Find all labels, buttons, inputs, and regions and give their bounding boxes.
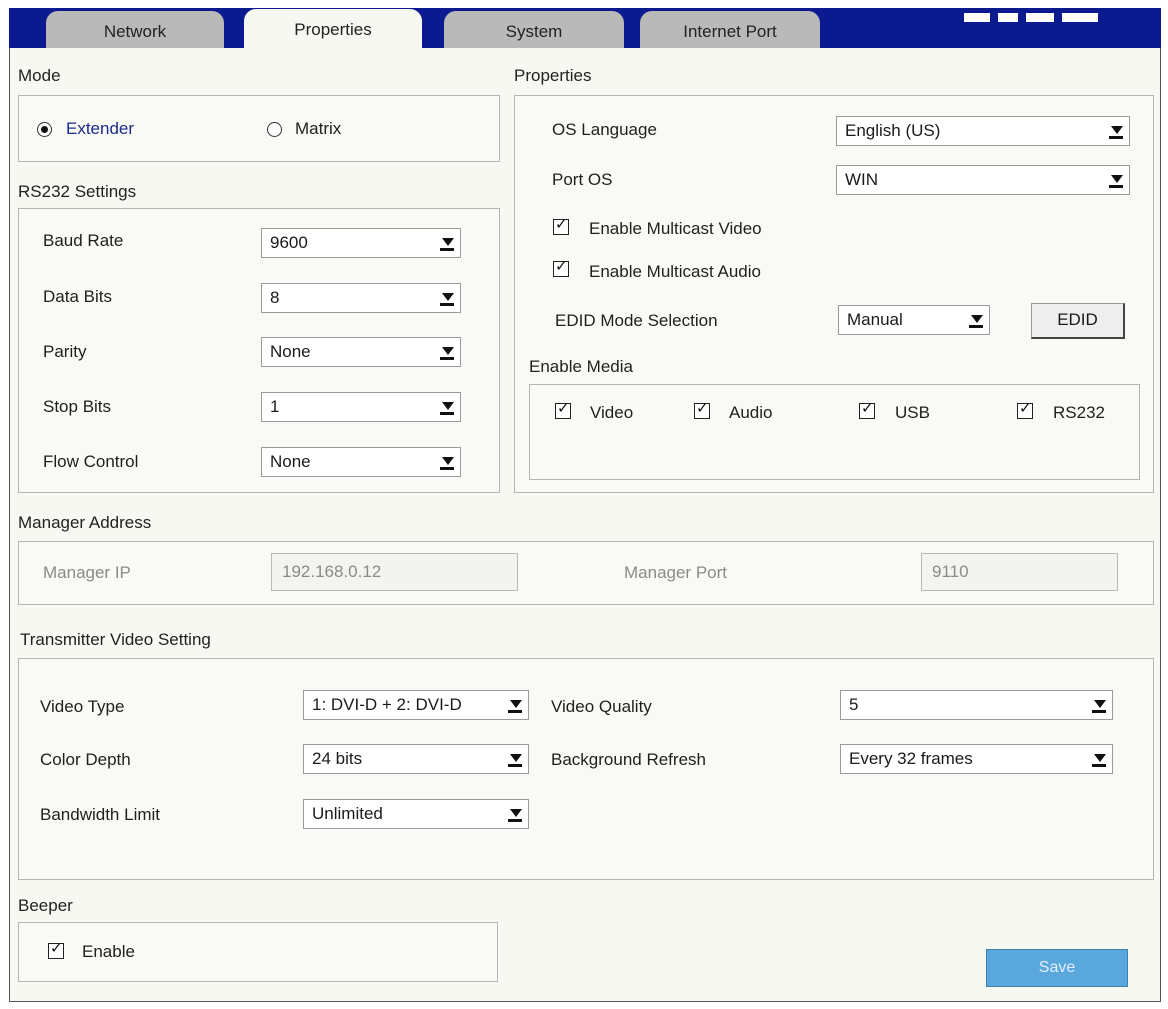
color-depth-label: Color Depth bbox=[40, 750, 131, 769]
media-audio-label: Audio bbox=[729, 403, 773, 422]
data-bits-select[interactable]: 8 bbox=[261, 283, 461, 313]
media-audio-checkbox[interactable] bbox=[694, 399, 710, 419]
media-video-checkbox[interactable] bbox=[555, 399, 571, 419]
video-quality-value: 5 bbox=[849, 695, 859, 714]
multicast-video-label: Enable Multicast Video bbox=[589, 219, 762, 238]
color-depth-value: 24 bits bbox=[312, 749, 363, 768]
stop-bits-select[interactable]: 1 bbox=[261, 392, 461, 422]
dropdown-arrow-icon[interactable] bbox=[503, 749, 525, 769]
baud-rate-select[interactable]: 9600 bbox=[261, 228, 461, 258]
background-refresh-value: Every 32 frames bbox=[849, 749, 973, 768]
beeper-enable-checkbox[interactable] bbox=[48, 939, 64, 959]
matrix-radio[interactable] bbox=[267, 122, 282, 137]
rs232-title: RS232 Settings bbox=[18, 182, 137, 201]
dropdown-arrow-icon[interactable] bbox=[1087, 695, 1109, 715]
parity-label: Parity bbox=[43, 342, 87, 361]
media-rs232-checkbox[interactable] bbox=[1017, 399, 1033, 419]
dropdown-arrow-icon[interactable] bbox=[964, 310, 986, 330]
tab-properties[interactable]: Properties bbox=[244, 9, 422, 49]
mode-title: Mode bbox=[18, 66, 61, 85]
matrix-label: Matrix bbox=[295, 119, 342, 138]
tab-internet-port[interactable]: Internet Port bbox=[640, 11, 820, 48]
color-depth-select[interactable]: 24 bits bbox=[303, 744, 529, 774]
enable-media-group bbox=[529, 384, 1140, 480]
baud-rate-value: 9600 bbox=[270, 233, 308, 252]
media-rs232-label: RS232 bbox=[1053, 403, 1105, 422]
dropdown-arrow-icon[interactable] bbox=[435, 452, 457, 472]
dropdown-arrow-icon[interactable] bbox=[503, 695, 525, 715]
port-os-label: Port OS bbox=[552, 170, 613, 189]
dropdown-arrow-icon[interactable] bbox=[1087, 749, 1109, 769]
bandwidth-limit-label: Bandwidth Limit bbox=[40, 805, 161, 824]
flow-control-select[interactable]: None bbox=[261, 447, 461, 477]
background-refresh-label: Background Refresh bbox=[551, 750, 706, 769]
dropdown-arrow-icon[interactable] bbox=[435, 342, 457, 362]
manager-ip-field[interactable]: 192.168.0.12 bbox=[271, 553, 518, 591]
multicast-audio-label: Enable Multicast Audio bbox=[589, 262, 761, 281]
edid-mode-label: EDID Mode Selection bbox=[555, 311, 718, 330]
dropdown-arrow-icon[interactable] bbox=[435, 288, 457, 308]
edid-mode-value: Manual bbox=[847, 310, 903, 329]
manager-port-label: Manager Port bbox=[624, 563, 727, 582]
manager-port-field[interactable]: 9110 bbox=[921, 553, 1118, 591]
video-quality-select[interactable]: 5 bbox=[840, 690, 1113, 720]
media-video-label: Video bbox=[590, 403, 634, 422]
manager-ip-label: Manager IP bbox=[43, 563, 131, 582]
os-language-label: OS Language bbox=[552, 120, 657, 139]
video-type-label: Video Type bbox=[40, 697, 125, 716]
stop-bits-label: Stop Bits bbox=[43, 397, 112, 416]
extender-label: Extender bbox=[66, 119, 135, 138]
background-refresh-select[interactable]: Every 32 frames bbox=[840, 744, 1113, 774]
data-bits-label: Data Bits bbox=[43, 287, 112, 306]
brand-logo bbox=[964, 13, 1098, 22]
video-type-select[interactable]: 1: DVI-D + 2: DVI-D bbox=[303, 690, 529, 720]
os-language-select[interactable]: English (US) bbox=[836, 116, 1130, 146]
video-type-value: 1: DVI-D + 2: DVI-D bbox=[312, 695, 462, 714]
flow-control-value: None bbox=[270, 452, 311, 471]
bandwidth-limit-value: Unlimited bbox=[312, 804, 383, 823]
beeper-title: Beeper bbox=[18, 896, 73, 915]
dropdown-arrow-icon[interactable] bbox=[1104, 170, 1126, 190]
parity-select[interactable]: None bbox=[261, 337, 461, 367]
bandwidth-limit-select[interactable]: Unlimited bbox=[303, 799, 529, 829]
media-usb-checkbox[interactable] bbox=[859, 399, 875, 419]
properties-title: Properties bbox=[514, 66, 592, 85]
video-quality-label: Video Quality bbox=[551, 697, 652, 716]
beeper-enable-label: Enable bbox=[82, 942, 135, 961]
dropdown-arrow-icon[interactable] bbox=[435, 233, 457, 253]
baud-rate-label: Baud Rate bbox=[43, 231, 124, 250]
tab-system[interactable]: System bbox=[444, 11, 624, 48]
dropdown-arrow-icon[interactable] bbox=[435, 397, 457, 417]
flow-control-label: Flow Control bbox=[43, 452, 139, 471]
enable-media-title: Enable Media bbox=[529, 357, 633, 376]
os-language-value: English (US) bbox=[845, 121, 941, 140]
port-os-value: WIN bbox=[845, 170, 879, 189]
multicast-audio-checkbox[interactable] bbox=[553, 257, 569, 277]
dropdown-arrow-icon[interactable] bbox=[1104, 121, 1126, 141]
manager-address-title: Manager Address bbox=[18, 513, 152, 532]
extender-radio[interactable] bbox=[37, 122, 52, 137]
port-os-select[interactable]: WIN bbox=[836, 165, 1130, 195]
edid-mode-select[interactable]: Manual bbox=[838, 305, 990, 335]
dropdown-arrow-icon[interactable] bbox=[503, 804, 525, 824]
edid-button[interactable]: EDID bbox=[1031, 303, 1125, 339]
stop-bits-value: 1 bbox=[270, 397, 280, 416]
save-button[interactable]: Save bbox=[986, 949, 1128, 987]
data-bits-value: 8 bbox=[270, 288, 280, 307]
video-setting-title: Transmitter Video Setting bbox=[20, 630, 211, 649]
media-usb-label: USB bbox=[895, 403, 930, 422]
tab-network[interactable]: Network bbox=[46, 11, 224, 48]
multicast-video-checkbox[interactable] bbox=[553, 215, 569, 235]
parity-value: None bbox=[270, 342, 311, 361]
